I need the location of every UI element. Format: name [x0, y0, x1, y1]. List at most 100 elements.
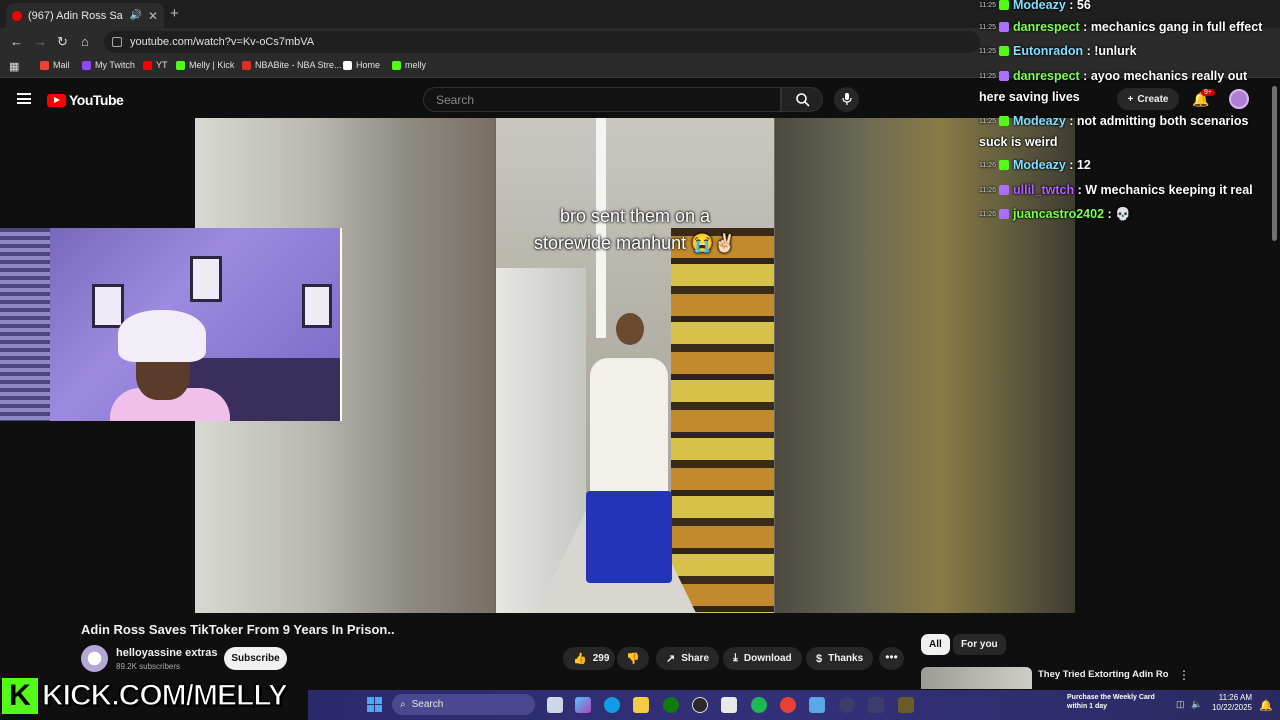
- share-button[interactable]: ↗ Share: [656, 647, 720, 670]
- chat-time: 11:25: [979, 2, 996, 9]
- file-explorer-icon[interactable]: [633, 697, 649, 713]
- download-icon: ⤓: [733, 652, 738, 664]
- subscribe-button[interactable]: Subscribe: [224, 647, 287, 670]
- bookmark-melly[interactable]: melly: [392, 60, 426, 70]
- search-icon: [796, 93, 810, 107]
- chat-text: 56: [1076, 0, 1091, 12]
- more-vertical-icon[interactable]: ⋮: [1178, 668, 1190, 682]
- bookmark-home[interactable]: Home: [343, 60, 380, 70]
- audio-icon[interactable]: 🔊: [129, 10, 141, 21]
- windows-start-icon[interactable]: [367, 697, 382, 712]
- browser-tab-youtube[interactable]: (967) Adin Ross Saves TikTo 🔊 ✕: [6, 3, 164, 28]
- address-bar[interactable]: youtube.com/watch?v=Kv-oCs7mbVA: [104, 31, 980, 53]
- search-input[interactable]: Search: [423, 87, 781, 112]
- person-shorts: [586, 491, 672, 583]
- kick-badge-icon: [999, 46, 1009, 56]
- person-head: [616, 313, 644, 345]
- taskbar-search[interactable]: ⌕ Search: [392, 694, 535, 715]
- kick-badge-icon: [999, 160, 1009, 170]
- wall-poster: [190, 256, 222, 302]
- channel-name[interactable]: helloyassine extras: [116, 647, 218, 659]
- microphone-icon: [842, 93, 852, 105]
- thanks-button[interactable]: $ Thanks: [806, 647, 874, 670]
- tab-title: (967) Adin Ross Saves TikTo: [28, 9, 123, 22]
- chat-username: juancastro2402: [1013, 207, 1105, 221]
- menu-icon[interactable]: [17, 93, 31, 104]
- copilot-icon[interactable]: [575, 697, 591, 713]
- chat-time: 11:25: [979, 118, 996, 125]
- recommendation-thumbnail[interactable]: [921, 667, 1032, 689]
- task-view-icon[interactable]: [547, 697, 563, 713]
- new-tab-icon[interactable]: +: [170, 5, 179, 22]
- person-figure: [558, 313, 678, 613]
- apps-grid-icon[interactable]: ▦: [9, 60, 19, 73]
- notification-center-icon[interactable]: 🔔: [1259, 699, 1273, 712]
- obs-icon[interactable]: [692, 697, 708, 713]
- youtube-favicon-icon: [12, 10, 22, 21]
- xbox-icon[interactable]: [663, 697, 679, 713]
- clock[interactable]: 11:26 AM 10/22/2025: [1208, 693, 1252, 713]
- edge-icon[interactable]: [604, 697, 620, 713]
- video-caption: bro sent them on a storewide manhunt 😭✌🏻: [496, 203, 774, 257]
- streamer-hat: [118, 310, 206, 362]
- clock-time: 11:26 AM: [1218, 693, 1252, 702]
- spotify-icon[interactable]: [751, 697, 767, 713]
- forward-icon[interactable]: →: [34, 34, 47, 49]
- chrome-icon[interactable]: [780, 697, 796, 713]
- recommendation-title[interactable]: They Tried Extorting Adin Ross At The Yo…: [1038, 669, 1168, 681]
- channel-avatar[interactable]: [81, 645, 108, 672]
- tray-promo[interactable]: Purchase the Weekly Card within 1 day: [1067, 693, 1155, 711]
- media-player-icon[interactable]: [839, 697, 855, 713]
- volume-icon[interactable]: 🔈: [1191, 699, 1202, 710]
- chat-text: 12: [1076, 158, 1091, 172]
- chat-username: danrespect: [1013, 20, 1080, 34]
- bookmark-label: melly: [405, 60, 427, 70]
- bookmark-label: Melly | Kick: [189, 60, 235, 70]
- site-info-icon[interactable]: [112, 37, 122, 47]
- chip-for-you[interactable]: For you: [953, 634, 1006, 655]
- chat-time: 11:26: [979, 187, 996, 194]
- chip-all[interactable]: All: [921, 634, 950, 655]
- chat-time: 11:25: [979, 24, 996, 31]
- thanks-icon: $: [816, 652, 823, 665]
- bookmark-my-twitch[interactable]: My Twitch: [82, 60, 135, 70]
- chat-username: Modeazy: [1013, 114, 1066, 128]
- arrow-app-icon[interactable]: [868, 697, 884, 713]
- voice-search-button[interactable]: [834, 87, 859, 112]
- more-actions-button[interactable]: •••: [879, 647, 904, 670]
- kick-url-text: KICK.COM/MELLY: [41, 678, 288, 712]
- page-scrollbar[interactable]: [1272, 86, 1277, 241]
- dislike-button[interactable]: 👎: [617, 647, 649, 670]
- chat-time: 11:25: [979, 48, 996, 55]
- chat-text: 💀: [1115, 207, 1131, 221]
- bookmark-mail[interactable]: Mail: [40, 60, 70, 70]
- network-icon[interactable]: ◫: [1176, 699, 1185, 710]
- kick-logo-icon: K: [2, 678, 38, 714]
- chat-message: 11:25 danrespect : mechanics gang in full…: [979, 20, 1263, 34]
- bookmark-label: Mail: [53, 60, 70, 70]
- promo-line: within 1 day: [1067, 703, 1108, 710]
- chat-message: 11:26 juancastro2402 : 💀: [979, 207, 1131, 221]
- chat-message: 11:25 Modeazy : not admitting both scenar…: [979, 114, 1249, 149]
- bookmark-yt[interactable]: YT: [143, 60, 168, 70]
- chat-message: 11:25 danrespect : ayoo mechanics really …: [979, 69, 1248, 104]
- subscriber-count: 89.2K subscribers: [116, 662, 181, 671]
- reload-icon[interactable]: ↻: [57, 34, 68, 50]
- bookmark-nbabite[interactable]: NBABite - NBA Stre...: [242, 60, 342, 70]
- share-icon: ↗: [666, 653, 676, 665]
- streamer-webcam: [0, 228, 342, 421]
- store-icon[interactable]: [721, 697, 737, 713]
- search-button[interactable]: [781, 87, 823, 112]
- download-button[interactable]: ⤓ Download: [723, 647, 802, 670]
- game-launcher-icon[interactable]: [898, 697, 914, 713]
- photos-icon[interactable]: [809, 697, 825, 713]
- youtube-masthead: YouTube Search: [0, 80, 980, 118]
- like-button[interactable]: 👍 299: [563, 647, 615, 670]
- youtube-logo[interactable]: YouTube: [47, 92, 124, 108]
- bookmark-melly-kick[interactable]: Melly | Kick: [176, 60, 234, 70]
- kick-url-overlay: K KICK.COM/MELLY: [0, 676, 308, 716]
- close-tab-icon[interactable]: ✕: [148, 9, 158, 23]
- promo-line: Purchase the Weekly Card: [1067, 694, 1155, 701]
- home-icon[interactable]: ⌂: [81, 34, 89, 49]
- back-icon[interactable]: ←: [10, 34, 23, 49]
